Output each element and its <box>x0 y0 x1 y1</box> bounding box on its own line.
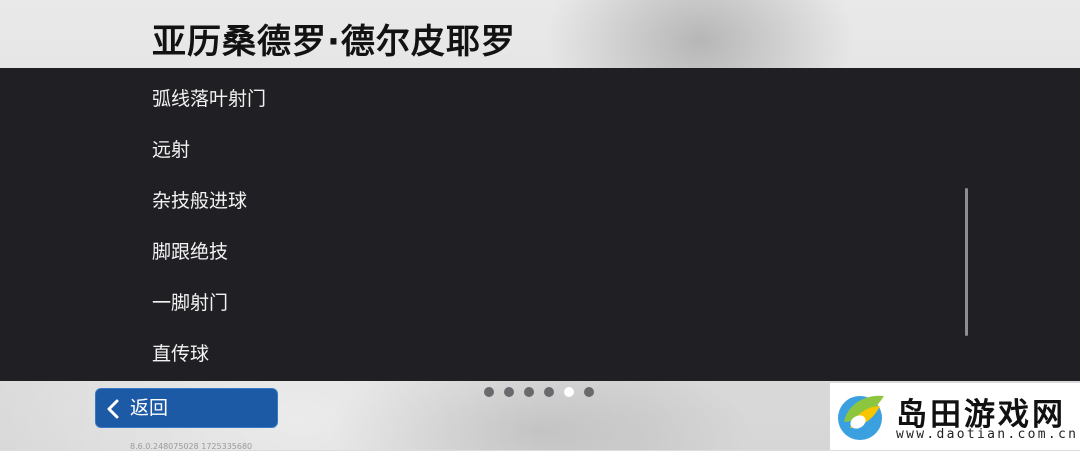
skill-item[interactable]: 远射 <box>152 130 190 170</box>
skill-item[interactable]: 直传球 <box>152 334 209 374</box>
scrollbar[interactable] <box>965 188 968 336</box>
watermark: 岛田游戏网 www.daotian.com.cn <box>830 383 1080 450</box>
skill-item[interactable]: 脚跟绝技 <box>152 232 228 272</box>
page-dot[interactable] <box>584 387 594 397</box>
back-button[interactable]: 返回 <box>95 388 278 428</box>
skill-item[interactable]: 弧线落叶射门 <box>152 79 266 119</box>
page-dot[interactable] <box>484 387 494 397</box>
daotian-logo-icon <box>838 395 884 440</box>
skill-item[interactable]: 杂技般进球 <box>152 181 247 221</box>
page-dot[interactable] <box>504 387 514 397</box>
skill-list-panel: 弧线落叶射门 远射 杂技般进球 脚跟绝技 一脚射门 直传球 <box>0 68 1080 381</box>
chevron-left-icon <box>107 399 119 419</box>
skill-item[interactable]: 一脚射门 <box>152 283 228 323</box>
page-dot[interactable] <box>524 387 534 397</box>
page-dot[interactable] <box>544 387 554 397</box>
page-title: 亚历桑德罗·德尔皮耶罗 <box>152 22 516 62</box>
watermark-url: www.daotian.com.cn <box>896 427 1079 442</box>
back-button-label: 返回 <box>130 397 169 419</box>
page-dot[interactable] <box>564 387 574 397</box>
